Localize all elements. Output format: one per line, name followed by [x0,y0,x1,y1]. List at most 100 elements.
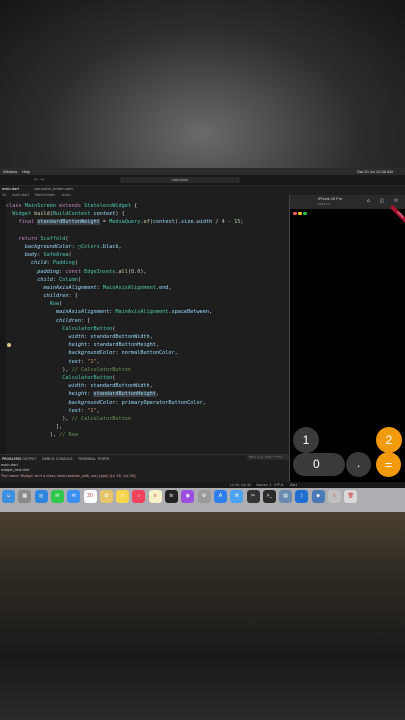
tab-output[interactable]: OUTPUT [22,457,36,461]
code-line[interactable]: ), // Row [6,431,288,439]
dock-downloads-icon[interactable]: ⇩ [328,490,341,503]
problem-file[interactable]: widget_test.dart [1,468,30,472]
dock-xcode-icon[interactable]: ⚒ [230,490,244,503]
code-line[interactable]: text: "2", [6,407,288,415]
dock-final-cut-icon[interactable]: ✂ [246,490,260,503]
code-line[interactable]: child: Padding( [6,259,288,267]
zoom-icon[interactable] [303,211,307,215]
simulator-toolbar-icons[interactable]: ⌂ ◫ ⟲ [367,198,402,204]
code-token: build [34,211,50,218]
minimize-icon[interactable] [298,211,302,215]
dock-messages-icon[interactable]: ✉ [50,490,64,503]
simulator-subtitle: iOS 17.4 [318,202,330,206]
dock-mail-icon[interactable]: ✉ [67,490,81,503]
dock-launchpad-icon[interactable]: ▦ [18,490,32,503]
code-line[interactable]: height: standardButtonHeight, [6,390,288,398]
command-search-input[interactable]: calculator [120,177,240,183]
dock-notes-2-icon[interactable]: ≡ [148,490,162,503]
code-token: "2" [87,407,97,414]
code-line[interactable]: Widget build(BuildContext context) { [6,210,288,218]
code-line[interactable]: ), // CalculatorButton [6,366,288,374]
code-line[interactable] [6,227,288,235]
code-token: "1" [87,358,97,365]
breadcrumb-item[interactable]: main.dart [12,193,29,197]
code-line[interactable]: child: Column( [6,276,288,284]
code-line[interactable]: backgroundColor: primaryOperatorButtonCo… [6,399,288,407]
code-line[interactable]: ), // CalculatorButton [6,415,288,423]
code-line[interactable]: text: "1", [6,358,288,366]
problem-file[interactable]: main.dart [1,463,18,467]
code-line[interactable]: mainAxisAlignment: MainAxisAlignment.spa… [6,308,288,316]
dock-finder-2-icon[interactable]: ☻ [311,490,325,503]
tab-terminal[interactable]: TERMINAL [78,457,96,461]
menu-help[interactable]: Help [22,169,30,174]
code-line[interactable]: ], [6,423,288,431]
breadcrumb-item[interactable]: MainScreen [35,193,55,197]
code-line[interactable]: return Scaffold( [6,235,288,243]
close-icon[interactable] [293,211,297,215]
dock-vscode-icon[interactable]: ⟩ [295,490,309,503]
tab-problems[interactable]: PROBLEMS [2,457,21,461]
dock-settings-icon[interactable]: ⚙ [197,490,211,503]
status-encoding[interactable]: UTF-8 [274,483,283,487]
code-line[interactable]: Row( [6,300,288,308]
tab-debug-console[interactable]: DEBUG CONSOLE [42,457,73,461]
code-line[interactable]: body: SafeArea( [6,251,288,259]
code-line[interactable]: children: [ [6,317,288,325]
dock-app-store-icon[interactable]: A [213,490,227,503]
dock-photos-icon[interactable]: ✿ [99,490,113,503]
calc-button-2[interactable]: 2 [376,427,402,453]
dock-podcasts-icon[interactable]: ◉ [181,490,195,503]
nav-arrows-icon[interactable]: ← → [34,177,44,183]
code-line[interactable]: children: [ [6,292,288,300]
code-token: , [149,383,153,390]
code-line[interactable]: width: standardButtonWidth, [6,382,288,390]
status-position[interactable]: Ln 44, Col 40 [230,483,251,487]
breadcrumb-item[interactable]: build [62,193,71,197]
status-spaces[interactable]: Spaces: 2 [256,483,272,487]
lightbulb-icon[interactable] [7,343,11,347]
code-token: Scaffold [40,235,66,242]
tab-main-dart[interactable]: main.dart [2,187,19,191]
code-line[interactable]: class MainScreen extends StatelessWidget… [6,202,288,210]
code-token: , [155,342,160,349]
calc-button-0[interactable]: 0 [293,453,345,476]
code-line[interactable]: CalculatorButton( [6,374,288,382]
code-token: child [31,260,47,267]
dock-notes-icon[interactable]: ≡ [116,490,130,503]
tab-ports[interactable]: PORTS [98,457,109,461]
breadcrumb-item[interactable]: lib [2,193,6,197]
calc-button-1[interactable]: 1 [293,427,319,453]
code-line[interactable]: width: standardButtonWidth, [6,333,288,341]
code-token: text [68,358,81,365]
code-line[interactable]: padding: const EdgeInsets.all(8.0), [6,268,288,276]
calc-button-dot[interactable]: . [346,452,371,477]
code-line[interactable]: backgroundColor: normalButtonColor, [6,349,288,357]
status-language[interactable]: Dart [290,483,297,487]
code-token: EdgeInsets [84,268,116,275]
dock-preview-icon[interactable]: ▤ [279,490,293,503]
dock-tv-icon[interactable]: tv [165,490,178,503]
problems-filter-input[interactable]: Filter (e.g. text, **/*ts... [247,455,289,460]
code-line[interactable]: mainAxisAlignment: MainAxisAlignment.end… [6,284,288,292]
code-token: , [96,407,100,414]
menu-window[interactable]: Window [3,169,17,174]
code-line[interactable]: height: standardButtonHeight, [6,341,288,349]
code-token: // Row [59,432,78,439]
code-editor[interactable]: class MainScreen extends StatelessWidget… [6,202,288,452]
problem-message[interactable]: The name 'MyApp' isn't a class. dart(cre… [1,474,135,478]
dock-safari-icon[interactable]: ◎ [34,490,48,503]
dock-terminal-icon[interactable]: >_ [262,490,276,503]
code-line[interactable]: backgroundColor: □Colors.black, [6,243,288,251]
code-token: MainAxisAlignment [102,284,156,291]
dock-calendar-icon[interactable]: 20 [83,490,97,503]
dock-music-icon[interactable]: ♪ [132,490,146,503]
calc-button-equals[interactable]: = [376,452,401,477]
dock-finder-icon[interactable]: ☺ [2,490,15,503]
code-line[interactable]: CalculatorButton( [6,325,288,333]
dock-trash-icon[interactable]: 🗑 [344,490,358,503]
code-token: ( [74,260,78,267]
code-line[interactable]: final standardButtonWeight = MediaQuery.… [6,218,288,226]
tab-calculator-button[interactable]: calculator_button.dart [34,187,73,191]
